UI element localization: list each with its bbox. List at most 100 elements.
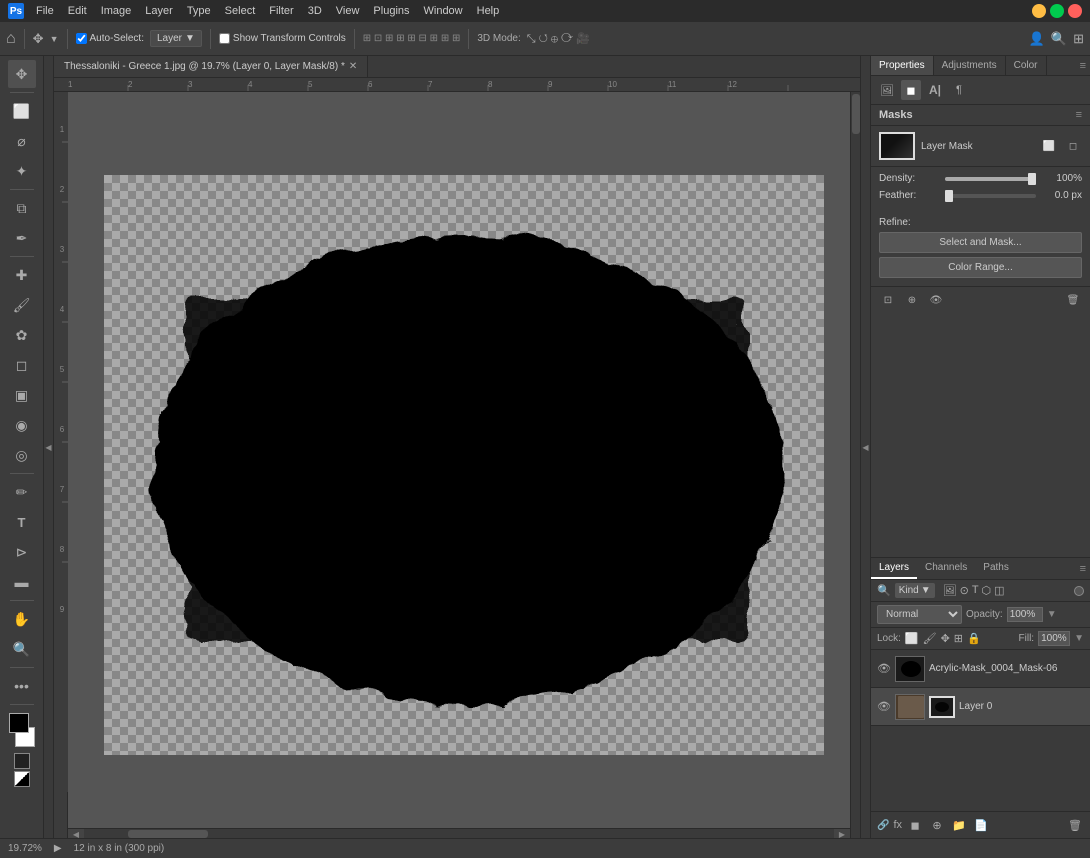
panel-options-icon[interactable]: ≡ [1076, 109, 1082, 121]
feather-slider[interactable] [945, 194, 1036, 198]
filter-toggle[interactable] [1074, 586, 1084, 596]
color-range-button[interactable]: Color Range... [879, 257, 1082, 278]
opacity-arrow[interactable]: ▼ [1047, 609, 1057, 620]
crop-tool[interactable]: ⧉ [8, 194, 36, 222]
scrollbar-bottom-thumb[interactable] [128, 830, 208, 838]
zoom-tool[interactable]: 🔍 [8, 635, 36, 663]
layer-new-button[interactable]: 📄 [972, 816, 990, 834]
shape-tool[interactable]: ▬ [8, 568, 36, 596]
brush-tool[interactable]: 🖌 [8, 291, 36, 319]
layer-link-icon[interactable]: 🔗 [877, 820, 889, 831]
menu-filter[interactable]: Filter [263, 3, 299, 19]
close-button[interactable] [1068, 4, 1082, 18]
properties-icon-paragraph[interactable]: ¶ [949, 80, 969, 100]
scroll-nav-right[interactable]: ▶ [834, 829, 850, 838]
foreground-color[interactable] [9, 713, 29, 733]
filter-pixel-icon[interactable]: 🖼 [943, 584, 957, 597]
menu-image[interactable]: Image [95, 3, 138, 19]
show-transform-check[interactable]: Show Transform Controls [219, 33, 346, 44]
layer-dropdown[interactable]: Layer ▼ [150, 30, 202, 47]
search-icon[interactable]: 🔍 [1051, 31, 1067, 47]
collapse-panel-button[interactable]: ◀ [860, 56, 870, 838]
list-item[interactable]: 👁 Acrylic-Mask_0004_Mask-06 [871, 650, 1090, 688]
show-transform-checkbox[interactable] [219, 33, 230, 44]
filter-search-icon[interactable]: 🔍 [877, 584, 891, 597]
scroll-nav-left[interactable]: ◀ [68, 829, 84, 838]
workspace-icon[interactable]: ⊞ [1073, 31, 1084, 47]
more-tools[interactable]: ••• [8, 672, 36, 700]
mask-toggle-icon[interactable]: 👁 [927, 291, 945, 309]
panel-expand[interactable]: ◀ [44, 56, 54, 838]
swap-colors-button[interactable] [14, 771, 30, 787]
gradient-tool[interactable]: ▣ [8, 381, 36, 409]
minimize-button[interactable] [1032, 4, 1046, 18]
auto-select-checkbox[interactable] [76, 33, 87, 44]
filter-adjustment-icon[interactable]: ⊙ [960, 584, 969, 597]
scrollbar-right[interactable] [850, 92, 860, 838]
menu-help[interactable]: Help [471, 3, 506, 19]
tab-channels[interactable]: Channels [917, 558, 975, 579]
density-slider-thumb[interactable] [1028, 173, 1036, 185]
tab-color[interactable]: Color [1006, 56, 1047, 75]
lasso-tool[interactable]: ⌀ [8, 127, 36, 155]
select-and-mask-button[interactable]: Select and Mask... [879, 232, 1082, 253]
layer-group-button[interactable]: 📁 [950, 816, 968, 834]
menu-view[interactable]: View [330, 3, 366, 19]
filter-shape-icon[interactable]: ⬡ [982, 584, 992, 597]
layer-visibility-1[interactable]: 👁 [877, 662, 891, 675]
menu-layer[interactable]: Layer [139, 3, 179, 19]
mask-selection-icon[interactable]: ⊡ [879, 291, 897, 309]
properties-icon-image[interactable]: 🖼 [877, 80, 897, 100]
text-tool[interactable]: T [8, 508, 36, 536]
menu-plugins[interactable]: Plugins [367, 3, 415, 19]
blur-tool[interactable]: ◉ [8, 411, 36, 439]
layer-visibility-2[interactable]: 👁 [877, 700, 891, 713]
lock-move-icon[interactable]: ✥ [941, 632, 950, 645]
fill-arrow[interactable]: ▼ [1074, 633, 1084, 644]
menu-3d[interactable]: 3D [302, 3, 328, 19]
mask-apply-icon[interactable]: ⊕ [903, 291, 921, 309]
density-slider[interactable] [945, 177, 1036, 181]
pen-tool[interactable]: ✏ [8, 478, 36, 506]
mask-delete-icon[interactable]: 🗑 [1064, 291, 1082, 309]
path-select-tool[interactable]: ⊳ [8, 538, 36, 566]
default-colors-button[interactable] [14, 753, 30, 769]
menu-edit[interactable]: Edit [62, 3, 93, 19]
layer-mask-thumbnail-2[interactable] [929, 696, 955, 718]
hand-tool[interactable]: ✋ [8, 605, 36, 633]
panel-menu-button[interactable]: ≡ [1076, 56, 1090, 75]
menu-window[interactable]: Window [418, 3, 469, 19]
lock-transparency-icon[interactable]: ⬜ [905, 632, 919, 645]
properties-icon-mask[interactable]: ◼ [901, 80, 921, 100]
eyedropper-tool[interactable]: ✒ [8, 224, 36, 252]
filter-kind-dropdown[interactable]: Kind ▼ [895, 583, 935, 598]
scrollbar-bottom[interactable]: ▶ ◀ [68, 828, 850, 838]
mask-add-pixel-button[interactable]: ⬜ [1040, 137, 1058, 155]
lock-artboard-icon[interactable]: ⊞ [954, 632, 963, 645]
tab-properties[interactable]: Properties [871, 56, 934, 75]
menu-select[interactable]: Select [219, 3, 262, 19]
tab-paths[interactable]: Paths [975, 558, 1017, 579]
maximize-button[interactable] [1050, 4, 1064, 18]
blend-mode-select[interactable]: Normal [877, 605, 962, 624]
fill-input[interactable] [1038, 631, 1070, 646]
filter-text-icon[interactable]: T [972, 584, 979, 597]
magic-wand-tool[interactable]: ✦ [8, 157, 36, 185]
tab-layers[interactable]: Layers [871, 558, 917, 579]
layer-fx-button[interactable]: fx [893, 819, 902, 831]
scrollbar-right-thumb[interactable] [852, 94, 860, 134]
tab-adjustments[interactable]: Adjustments [934, 56, 1006, 75]
layers-menu-button[interactable]: ≡ [1076, 558, 1090, 579]
clone-tool[interactable]: ✿ [8, 321, 36, 349]
eraser-tool[interactable]: ◻ [8, 351, 36, 379]
rect-select-tool[interactable]: ⬜ [8, 97, 36, 125]
home-icon[interactable]: ⌂ [6, 30, 16, 48]
menu-file[interactable]: File [30, 3, 60, 19]
document-tab-close[interactable]: ✕ [349, 61, 357, 72]
list-item[interactable]: 👁 Layer 0 [871, 688, 1090, 726]
lock-brush-icon[interactable]: 🖌 [923, 632, 937, 645]
lock-all-icon[interactable]: 🔒 [967, 632, 981, 645]
menu-type[interactable]: Type [181, 3, 217, 19]
layer-delete-button[interactable]: 🗑 [1066, 816, 1084, 834]
dodge-tool[interactable]: ◎ [8, 441, 36, 469]
